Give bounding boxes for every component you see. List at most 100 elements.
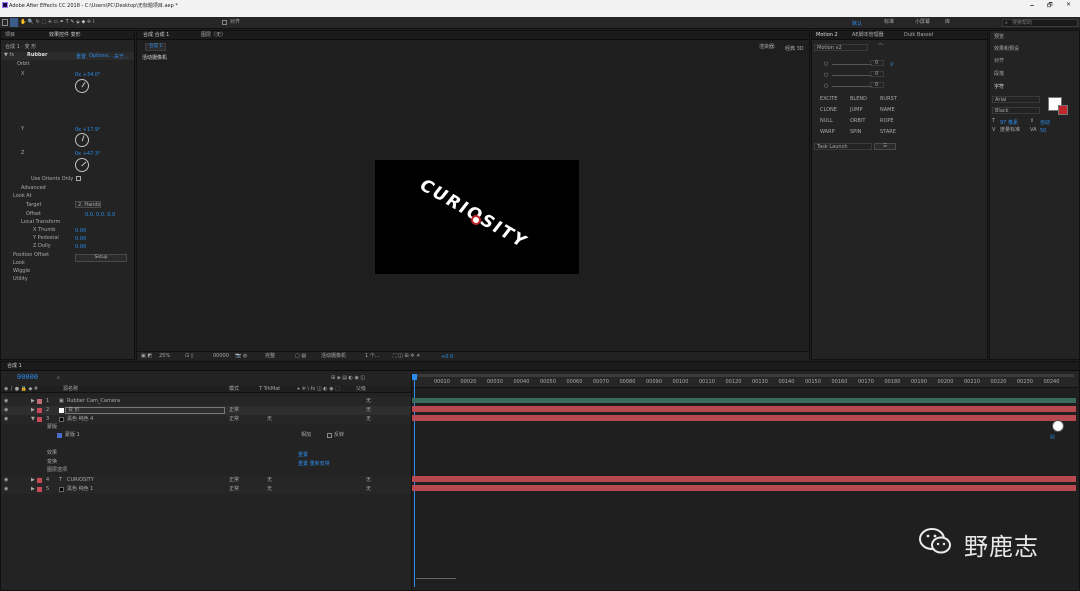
layer-name[interactable]: Rubber Cam_Camera [67, 399, 120, 404]
layer-name[interactable]: CURIOSITY [67, 478, 94, 483]
layer-row-3[interactable]: ◉ ▼ 3 黑色 纯色 4 正常 无 无 [1, 415, 411, 424]
timeline-switch-icons[interactable]: ⊞ ◈ ▤ ◐ ◉ ◫ [331, 376, 365, 381]
layer-row-4[interactable]: ◉ ▶ 4 T CURIOSITY 正常 无 无 [1, 476, 411, 485]
zoom-slider[interactable] [416, 578, 456, 582]
layer-mode[interactable]: 正常 [229, 417, 239, 422]
layer-row-5[interactable]: ◉ ▶ 5 黑色 纯色 1 正常 无 无 [1, 485, 411, 494]
label-color-swatch[interactable] [37, 478, 42, 483]
spin-button[interactable]: SPIN [850, 130, 861, 135]
utility-section[interactable]: Utility [13, 277, 28, 282]
excite-button[interactable]: EXCITE [820, 97, 837, 102]
work-area-bar[interactable] [414, 374, 1074, 377]
stare-button[interactable]: STARE [880, 130, 896, 135]
current-time[interactable]: 00000 [213, 354, 229, 359]
effects-reset-link[interactable]: 重置 [298, 451, 308, 458]
slider-1[interactable]: ○ [816, 62, 896, 67]
local-transform-section[interactable]: Local Transform [21, 220, 60, 225]
label-color-swatch[interactable] [37, 417, 42, 422]
expand-arrow-icon[interactable]: ▶ [31, 487, 35, 492]
layer-row-2[interactable]: ◉ ▶ 2 变 形 正常 无 [1, 406, 411, 415]
font-style-dropdown[interactable]: Black [992, 107, 1040, 114]
layer-mode[interactable]: 正常 [229, 487, 239, 492]
close-button[interactable]: ✕ [1066, 1, 1071, 8]
expand-arrow-icon[interactable]: ▶ [31, 399, 35, 404]
align-header[interactable]: 对齐 [994, 59, 1004, 64]
reset-link[interactable]: 重置 [76, 53, 86, 60]
paragraph-header[interactable]: 段落 [994, 72, 1004, 77]
time-ruler[interactable]: 00010 00020 00030 00040 00050 00060 00070 00080… [412, 374, 1078, 388]
mask-mode[interactable]: 相加 [301, 433, 311, 438]
curve-icon[interactable]: ⌒ [878, 45, 883, 50]
sub-row-masks[interactable]: 蒙版 [47, 425, 57, 430]
home-icon[interactable] [2, 19, 8, 26]
tracking-value[interactable]: 50 [1040, 128, 1046, 134]
grid-icon[interactable]: ⊡ ▯ [185, 354, 194, 359]
tab-duik[interactable]: Duik Bassel [904, 33, 933, 38]
layer-parent[interactable]: 无 [366, 487, 371, 492]
launch-button[interactable]: ☰ [874, 143, 896, 150]
layer-mode[interactable]: 正常 [229, 478, 239, 483]
layer-name-field[interactable]: 变 形 [65, 407, 225, 414]
slider-2-value-box[interactable]: 0 [870, 71, 884, 77]
preview-icons[interactable]: ▣ ◩ [141, 354, 152, 359]
warp-button[interactable]: WARP [820, 130, 835, 135]
look-at-section[interactable]: Look At [13, 194, 32, 199]
layer-parent[interactable]: 无 [366, 399, 371, 404]
transform-reset-link[interactable]: 重置 重新安排 [298, 460, 330, 467]
badge-icon[interactable] [1052, 420, 1064, 432]
workspace-small[interactable]: 小屏幕 [915, 20, 930, 25]
slider-3[interactable]: ○ [816, 84, 896, 89]
tab-script-manager[interactable]: AE脚本管理器 [852, 33, 884, 38]
burst-button[interactable]: BURST [880, 97, 897, 102]
views-dropdown[interactable]: 1 个... [365, 354, 380, 359]
layer-trkmat[interactable]: 无 [267, 487, 272, 492]
visibility-icon[interactable]: ◉ [4, 417, 8, 422]
use-orients-checkbox[interactable] [76, 176, 81, 181]
layer-mode[interactable]: 正常 [229, 408, 239, 413]
orbit-z-value[interactable]: 0x +47.3° [75, 151, 101, 157]
orbit-x-label[interactable]: X [21, 72, 24, 77]
layer-bar-5[interactable] [412, 485, 1076, 491]
timeline-search-icon[interactable]: ⌕ [57, 376, 60, 381]
timeline-timecode[interactable]: 00000 [17, 373, 38, 381]
orbit-z-dial[interactable] [72, 155, 92, 175]
tab-layer[interactable]: 图层（无） [201, 33, 226, 38]
leading-value[interactable]: 自动 [1040, 119, 1050, 126]
layer-name[interactable]: 黑色 纯色 1 [67, 487, 93, 492]
mask-invert-checkbox[interactable] [327, 433, 332, 438]
camera-dropdown[interactable]: 活动摄像机 [321, 354, 346, 359]
layer-bar-1[interactable] [412, 398, 1076, 403]
stroke-color-swatch[interactable] [1058, 105, 1068, 115]
resolution-dropdown[interactable]: 完整 [265, 354, 275, 359]
target-dropdown[interactable]: 2. Hands [75, 201, 101, 208]
thumb-label[interactable]: X Thumb [33, 228, 55, 233]
label-color-swatch[interactable] [37, 399, 42, 404]
workspace-library[interactable]: 库 [945, 20, 950, 25]
tab-motion[interactable]: Motion 2 [816, 33, 838, 38]
tab-comp-1[interactable]: 合成 1 [7, 364, 22, 369]
effects-presets-header[interactable]: 效果和预设 [994, 47, 1019, 52]
view-icons[interactable]: ⛶ ◫ ⊞ ✲ ☀ [393, 354, 420, 359]
label-color-swatch[interactable] [37, 408, 42, 413]
zoom-dropdown[interactable]: 25% [159, 354, 170, 359]
orbit-x-dial[interactable] [72, 76, 92, 96]
dolly-value[interactable]: 0.00 [75, 244, 86, 250]
pedestal-label[interactable]: Y Pedestal [33, 236, 59, 241]
kerning-value[interactable]: 度量标准 [1000, 128, 1020, 133]
null-button[interactable]: NULL [820, 119, 833, 124]
font-family-dropdown[interactable]: Arial [992, 96, 1040, 103]
pedestal-value[interactable]: 0.00 [75, 236, 86, 242]
pin-icon[interactable]: ⚲ [890, 62, 894, 68]
layer-trkmat[interactable]: 无 [267, 417, 272, 422]
version-dropdown[interactable]: Motion v2 [814, 44, 868, 51]
workspace-default[interactable]: 默认 [852, 20, 862, 27]
snapshot-icon[interactable]: 📷 ◍ [235, 354, 247, 359]
wiggle-section[interactable]: Wiggle [13, 269, 30, 274]
sub-row-transform[interactable]: 变换 [47, 460, 57, 465]
advanced-section[interactable]: Advanced [21, 186, 46, 191]
tab-composition[interactable]: 合成 合成 1 [143, 33, 169, 38]
exposure-value[interactable]: +0.0 [441, 354, 453, 360]
label-color-swatch[interactable] [37, 487, 42, 492]
rope-button[interactable]: ROPE [880, 119, 894, 124]
layer-parent[interactable]: 无 [366, 417, 371, 422]
